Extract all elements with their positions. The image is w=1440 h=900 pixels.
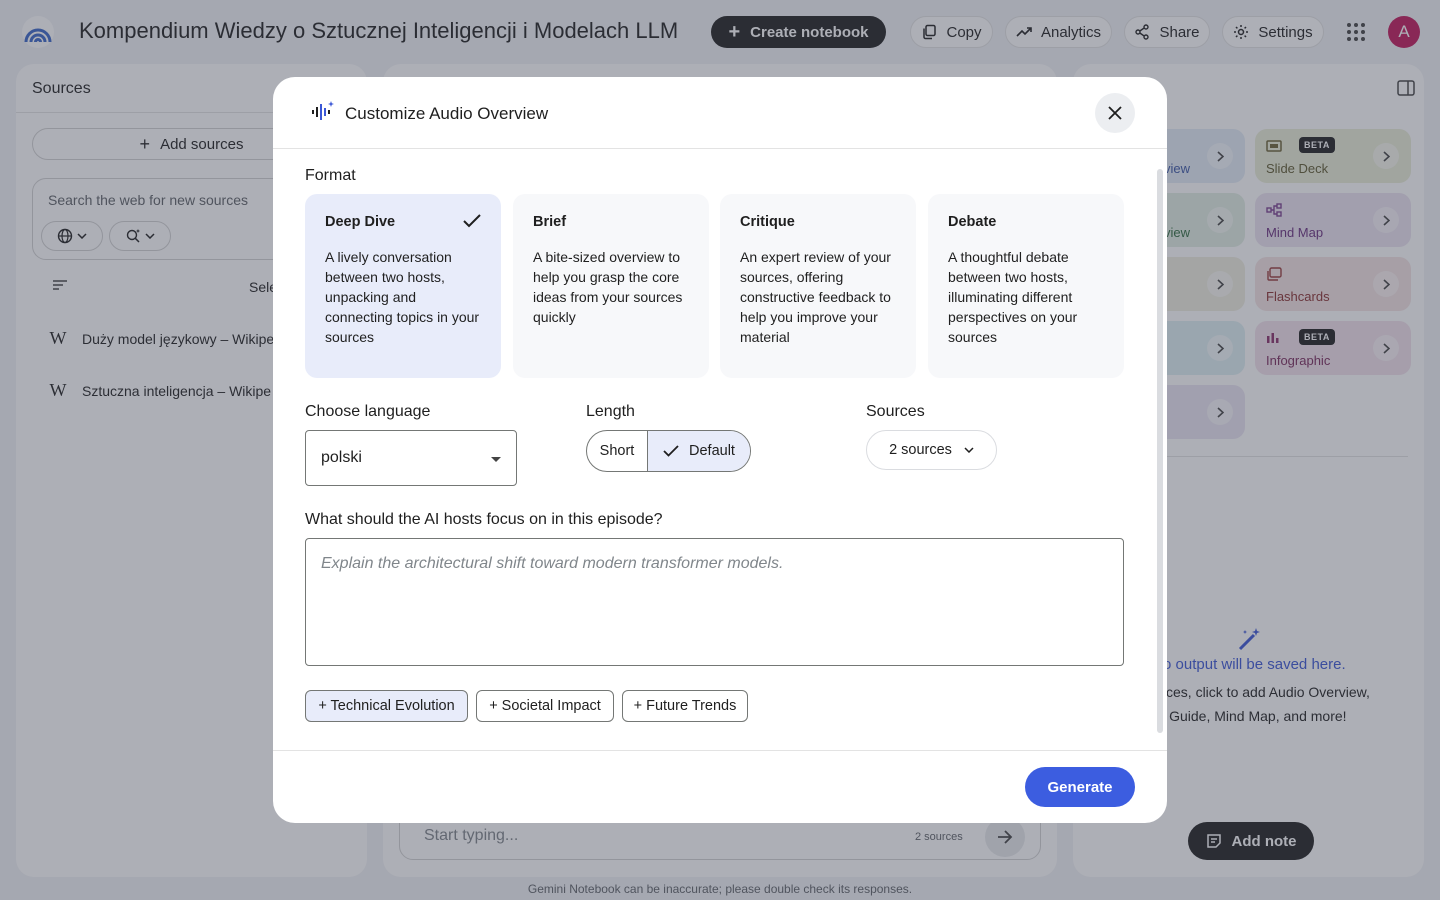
format-card-title: Debate [948,214,997,230]
format-card-title: Brief [533,214,567,230]
format-card-title: Critique [740,214,795,230]
focus-label: What should the AI hosts focus on in thi… [305,511,663,528]
close-icon [1108,106,1122,120]
format-card-description: A thoughtful debate between two hosts, i… [948,249,1078,345]
language-value: polski [321,449,362,466]
dialog-header: Customize Audio Overview [273,77,1167,149]
length-option-label: Default [689,443,735,459]
divider [273,750,1167,751]
checkmark-icon [663,445,679,457]
format-label: Format [305,167,356,184]
chevron-down-icon [964,447,974,453]
language-select[interactable]: polski [305,430,517,486]
sources-dropdown-value: 2 sources [889,442,952,458]
length-label: Length [586,403,635,420]
dialog-title: Customize Audio Overview [345,104,549,123]
format-card-description: A bite-sized overview to help you grasp … [533,249,683,325]
customize-audio-dialog: Customize Audio Overview Format Deep Div… [273,77,1167,823]
suggestion-chip-future-trends[interactable]: + Future Trends [622,690,748,722]
generate-button[interactable]: Generate [1025,767,1135,807]
focus-textarea[interactable] [305,538,1124,666]
format-card-debate[interactable]: Debate A thoughtful debate between two h… [928,194,1124,378]
audio-sparkle-icon [312,101,334,120]
format-card-critique[interactable]: Critique An expert review of your source… [720,194,916,378]
caret-down-icon [491,457,501,462]
sources-label: Sources [866,403,925,420]
format-card-description: A lively conversation between two hosts,… [325,249,480,345]
format-card-deep-dive[interactable]: Deep Dive A lively conversation between … [305,194,501,378]
language-label: Choose language [305,403,431,420]
length-option-short[interactable]: Short [587,431,648,471]
format-card-title: Deep Dive [325,214,396,230]
suggestion-chip-societal-impact[interactable]: + Societal Impact [476,690,614,722]
length-toggle: Short Default [586,430,751,472]
format-card-brief[interactable]: Brief A bite-sized overview to help you … [513,194,709,378]
format-card-description: An expert review of your sources, offeri… [740,249,891,345]
length-option-default[interactable]: Default [648,431,750,471]
close-button[interactable] [1095,93,1135,133]
suggestion-chip-technical-evolution[interactable]: + Technical Evolution [305,690,468,722]
scrollbar[interactable] [1157,169,1163,733]
checkmark-icon [463,214,481,228]
sources-dropdown[interactable]: 2 sources [866,430,997,470]
